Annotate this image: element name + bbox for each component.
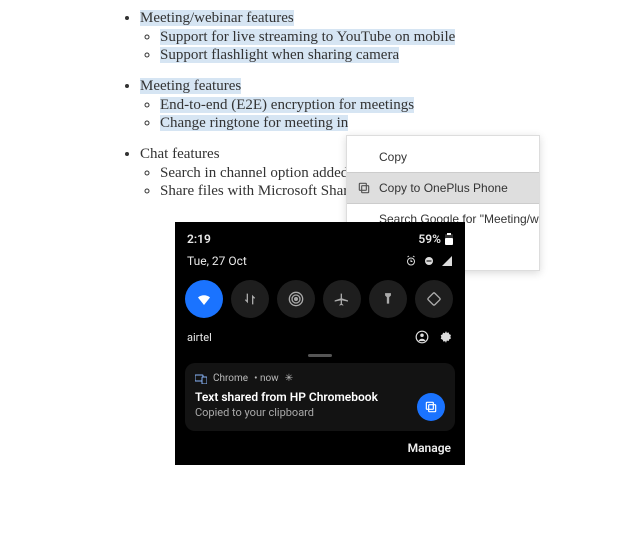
manage-button[interactable]: Manage — [185, 431, 455, 455]
alarm-icon — [405, 255, 417, 267]
group2-title: Meeting features — [140, 78, 241, 94]
list-item: Support flashlight when sharing camera — [160, 47, 399, 63]
drag-handle[interactable] — [308, 354, 332, 357]
status-time: 2:19 — [187, 232, 211, 246]
notification-header: Chrome • now ✳ — [195, 373, 445, 384]
status-date: Tue, 27 Oct — [187, 254, 247, 268]
qs-hotspot-tile[interactable] — [277, 280, 315, 318]
list-item: End-to-end (E2E) encryption for meetings — [160, 97, 414, 113]
menu-copy[interactable]: Copy — [347, 142, 539, 172]
group2-sublist: End-to-end (E2E) encryption for meetings… — [140, 97, 620, 132]
qs-data-tile[interactable] — [231, 280, 269, 318]
qs-airplane-tile[interactable] — [323, 280, 361, 318]
notification-app: Chrome — [213, 373, 248, 384]
group1-title: Meeting/webinar features — [140, 10, 294, 26]
dnd-icon — [423, 255, 435, 267]
list-item: Support for live streaming to YouTube on… — [160, 29, 455, 45]
menu-copy-to-phone[interactable]: Copy to OnePlus Phone — [347, 172, 539, 204]
notification-title: Text shared from HP Chromebook — [195, 390, 445, 404]
notification-subtitle: Copied to your clipboard — [195, 406, 445, 419]
carrier-row: airtel — [185, 328, 455, 352]
phone-screenshot: 2:19 59% Tue, 27 Oct — [175, 222, 465, 465]
menu-copy-to-phone-label: Copy to OnePlus Phone — [379, 181, 508, 195]
notification-copy-button[interactable] — [417, 393, 445, 421]
list-item: Search in channel option added — [160, 165, 348, 181]
quick-settings-row — [185, 280, 455, 328]
user-icon[interactable] — [415, 330, 429, 344]
list-item: Share files with Microsoft Shar — [160, 183, 348, 199]
devices-icon — [195, 374, 207, 384]
group3-title: Chat features — [140, 146, 220, 162]
copy-icon — [357, 181, 371, 195]
qs-flashlight-tile[interactable] — [369, 280, 407, 318]
battery-icon — [445, 233, 453, 245]
notification-card[interactable]: Chrome • now ✳ Text shared from HP Chrom… — [185, 363, 455, 431]
signal-icon — [441, 255, 453, 267]
list-item: Change ringtone for meeting in — [160, 115, 348, 131]
qs-rotate-tile[interactable] — [415, 280, 453, 318]
carrier-name: airtel — [187, 331, 212, 344]
date-row: Tue, 27 Oct — [185, 252, 455, 280]
qs-wifi-tile[interactable] — [185, 280, 223, 318]
status-bar: 2:19 59% — [185, 230, 455, 252]
notification-time: • now — [254, 373, 279, 384]
group1-sublist: Support for live streaming to YouTube on… — [140, 29, 620, 64]
sparkle-icon: ✳ — [285, 373, 293, 384]
status-battery: 59% — [418, 232, 441, 246]
gear-icon[interactable] — [439, 330, 453, 344]
